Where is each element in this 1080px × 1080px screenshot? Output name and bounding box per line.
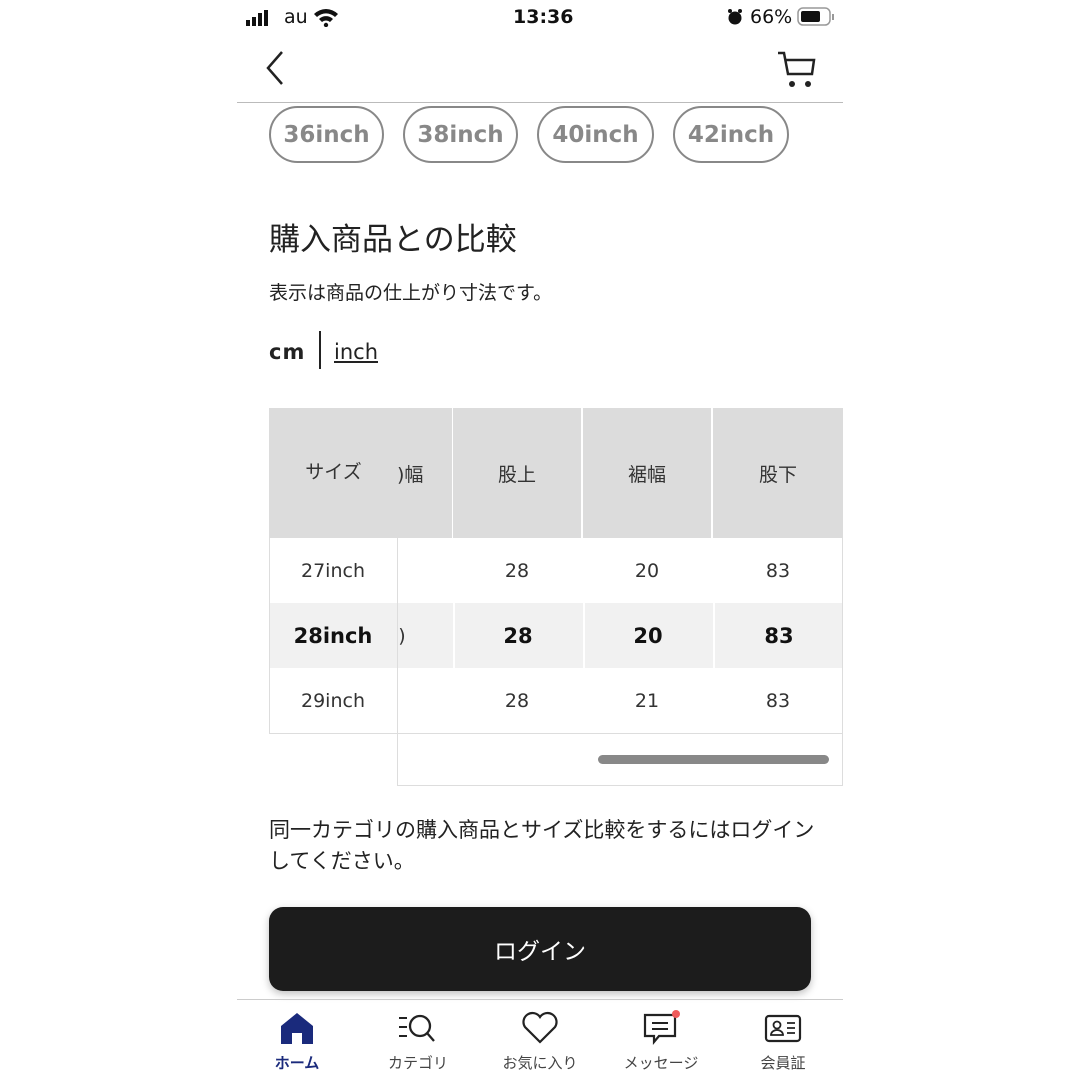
header-divider	[237, 102, 843, 103]
cart-button[interactable]	[776, 50, 818, 94]
tab-label: 会員証	[760, 1054, 806, 1072]
back-button[interactable]	[262, 50, 288, 90]
table-border	[269, 538, 270, 734]
rise-cell: 28	[504, 559, 530, 582]
size-cell: 27inch	[301, 559, 365, 582]
partial-cell: )	[398, 624, 406, 647]
tab-label: ホーム	[274, 1054, 320, 1072]
section-title: 購入商品との比較	[269, 222, 517, 258]
table-row-highlighted: 28inch ) 28 20 83	[269, 603, 843, 668]
home-icon	[281, 1013, 313, 1044]
login-button[interactable]: ログイン	[269, 907, 811, 991]
battery-icon	[797, 7, 835, 31]
size-chip-38[interactable]: 38inch	[403, 106, 518, 163]
tab-messages[interactable]: メッセージ	[606, 1010, 716, 1073]
size-chip-36[interactable]: 36inch	[269, 106, 384, 163]
rise-cell: 28	[453, 603, 581, 668]
table-row: 27inch 28 20 83	[269, 538, 843, 603]
sticky-column-border	[397, 538, 398, 786]
member-card-icon	[764, 1014, 802, 1043]
signal-icon	[246, 9, 274, 26]
header-partial: )幅	[397, 408, 452, 538]
category-search-icon	[399, 1014, 435, 1042]
header-rise: 股上	[453, 408, 581, 538]
rise-cell: 28	[504, 689, 530, 712]
size-cell: 28inch	[293, 623, 373, 648]
table-border	[397, 733, 843, 734]
tab-label: カテゴリ	[387, 1054, 448, 1072]
tab-category[interactable]: カテゴリ	[363, 1010, 473, 1073]
carrier: au	[284, 6, 308, 28]
clock: 13:36	[513, 6, 574, 28]
message-icon	[643, 1010, 680, 1046]
login-prompt: 同一カテゴリの購入商品とサイズ比較をするにはログインしてください。	[269, 818, 815, 873]
inseam-cell: 83	[713, 603, 843, 668]
tab-home[interactable]: ホーム	[242, 1010, 352, 1073]
header-hem: 裾幅	[583, 408, 711, 538]
size-chip-40[interactable]: 40inch	[537, 106, 654, 163]
wifi-icon	[313, 7, 339, 31]
alarm-icon	[727, 8, 743, 30]
tab-label: お気に入り	[502, 1054, 578, 1072]
header-size: サイズ	[269, 408, 398, 538]
header-inseam: 股下	[713, 408, 843, 538]
horizontal-scrollbar[interactable]	[598, 755, 829, 764]
unit-divider	[319, 331, 321, 369]
hem-cell: 20	[583, 603, 711, 668]
table-border	[269, 733, 398, 734]
hem-cell: 20	[634, 559, 660, 582]
unit-cm-toggle[interactable]: cm	[269, 340, 305, 364]
battery-percent: 66%	[750, 6, 793, 28]
inseam-cell: 83	[765, 689, 791, 712]
size-chip-42[interactable]: 42inch	[673, 106, 789, 163]
tab-favorites[interactable]: お気に入り	[485, 1010, 595, 1073]
table-border	[842, 538, 843, 786]
size-cell: 29inch	[301, 689, 365, 712]
heart-icon	[522, 1011, 558, 1044]
inseam-cell: 83	[765, 559, 791, 582]
tab-label: メッセージ	[623, 1054, 699, 1072]
size-note: 表示は商品の仕上がり寸法です。	[269, 282, 553, 304]
hem-cell: 21	[634, 689, 660, 712]
tabbar-divider	[237, 999, 843, 1000]
size-table: サイズ )幅 股上 裾幅 股下 27inch 28 20 83 28inch )…	[269, 408, 843, 786]
notification-badge	[672, 1010, 680, 1018]
table-border	[397, 785, 843, 786]
unit-inch-toggle[interactable]: inch	[334, 340, 378, 364]
table-row: 29inch 28 21 83	[269, 668, 843, 733]
tab-member-card[interactable]: 会員証	[728, 1010, 838, 1073]
